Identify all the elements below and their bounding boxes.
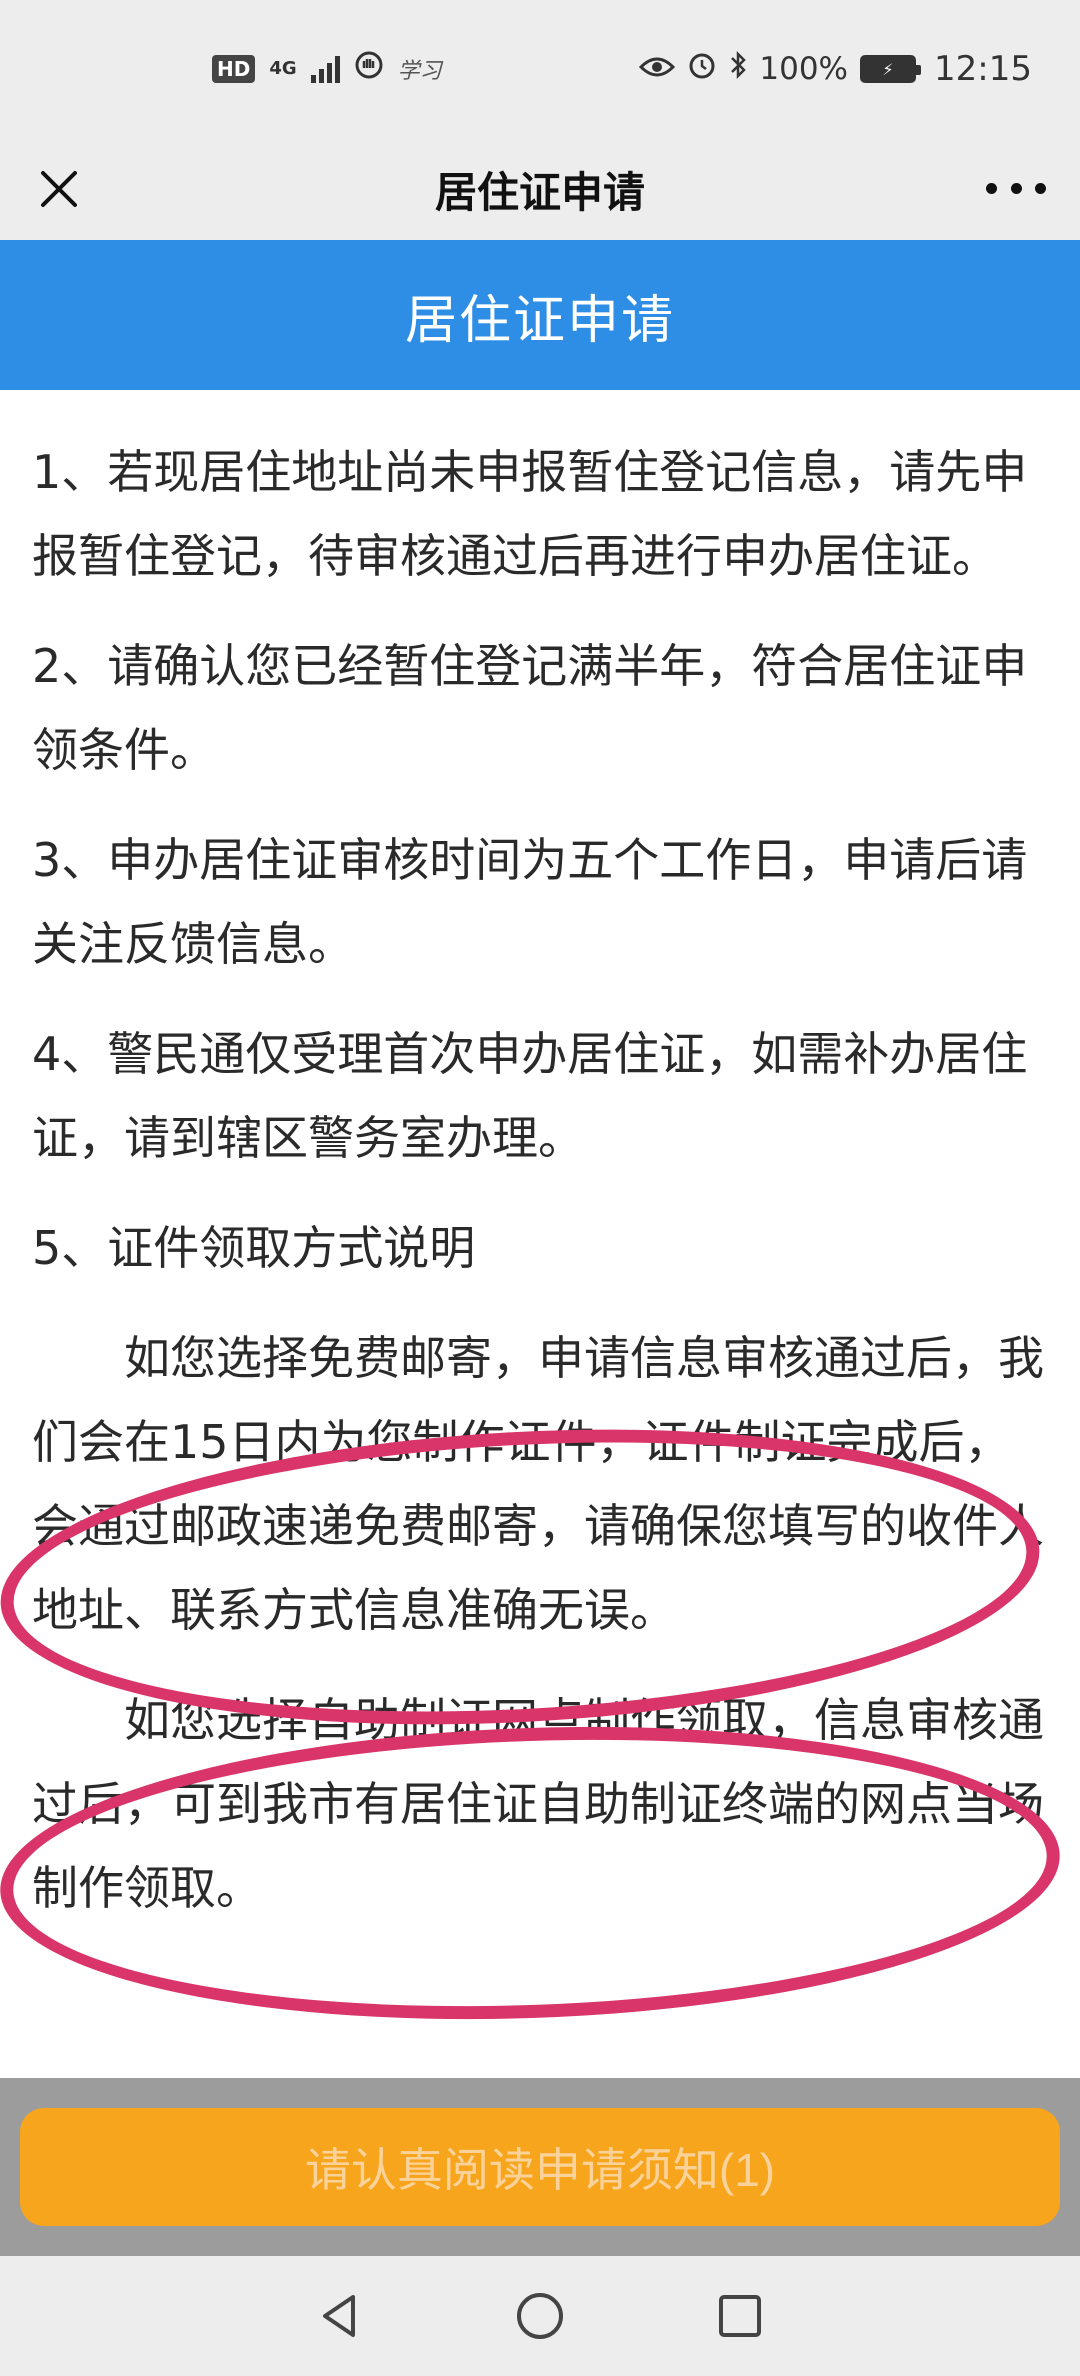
notice-item-4: 4、警民通仅受理首次申办居住证，如需补办居住证，请到辖区警务室办理。 (32, 1027, 1028, 1165)
recents-icon[interactable] (710, 2286, 770, 2346)
more-icon[interactable] (986, 168, 1046, 208)
bluetooth-icon (729, 50, 747, 88)
notice-content: 1、若现居住地址尚未申报暂住登记信息，请先申报暂住登记，待审核通过后再进行申办居… (32, 430, 1048, 1956)
page-title: 居住证申请 (434, 167, 645, 217)
battery-percent: 100% (759, 51, 849, 87)
notice-item-5: 5、证件领取方式说明 (32, 1221, 476, 1275)
eye-icon (639, 51, 676, 87)
header-title: 居住证申请 (404, 290, 675, 351)
bottom-action-area: 请认真阅读申请须知(1) (0, 2078, 1080, 2256)
status-left: HD 4G 学习 (212, 50, 442, 88)
title-bar: 居住证申请 (0, 138, 1080, 240)
home-icon[interactable] (510, 2286, 570, 2346)
hd-badge: HD (212, 55, 256, 83)
header-banner: 居住证申请 (0, 240, 1080, 390)
signal-icon (310, 55, 340, 83)
carrier-label: 学习 (397, 59, 442, 84)
status-bar: HD 4G 学习 100% ⚡ 12:15 (0, 0, 1080, 138)
notice-sub-item-self-service: 如您选择自助制证网点制作领取，信息审核通过后，可到我市有居住证自助制证终端的网点… (32, 1693, 1044, 1915)
read-notice-button[interactable]: 请认真阅读申请须知(1) (20, 2108, 1060, 2226)
notice-item-2: 2、请确认您已经暂住登记满半年，符合居住证申领条件。 (32, 639, 1028, 777)
notice-item-3: 3、申办居住证审核时间为五个工作日，申请后请关注反馈信息。 (32, 833, 1028, 971)
network-type: 4G (269, 58, 297, 79)
back-icon[interactable] (310, 2286, 370, 2346)
battery-icon: ⚡ (860, 55, 922, 83)
status-right: 100% ⚡ 12:15 (639, 49, 1032, 89)
system-nav-bar (0, 2256, 1080, 2376)
clock-time: 12:15 (934, 49, 1032, 89)
hand-icon (354, 50, 384, 88)
alarm-icon (687, 50, 717, 88)
notice-item-1: 1、若现居住地址尚未申报暂住登记信息，请先申报暂住登记，待审核通过后再进行申办居… (32, 445, 1028, 583)
notice-sub-item-mail: 如您选择免费邮寄，申请信息审核通过后，我们会在15日内为您制作证件，证件制证完成… (32, 1331, 1044, 1637)
close-icon[interactable] (30, 160, 88, 218)
